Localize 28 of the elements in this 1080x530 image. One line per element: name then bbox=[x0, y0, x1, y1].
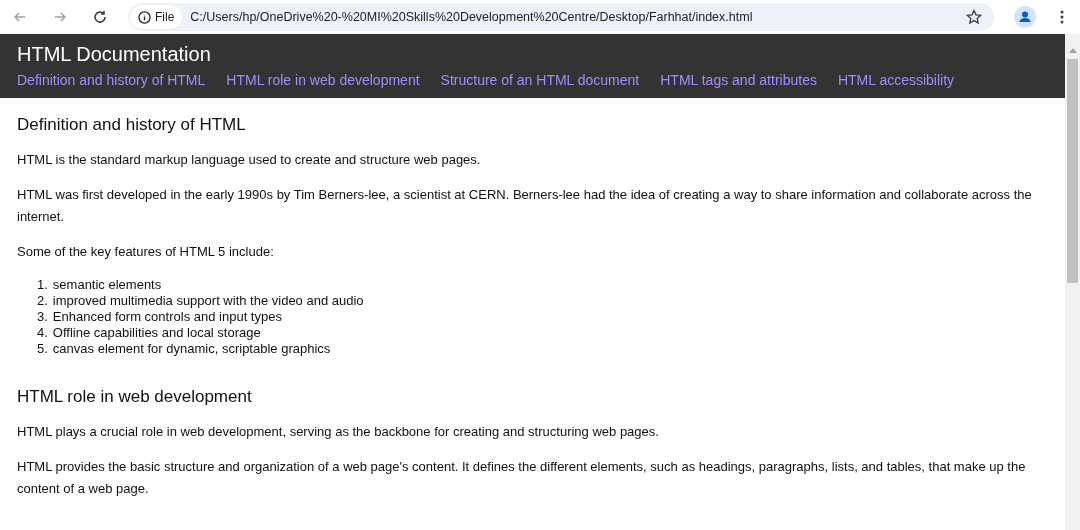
page-title: HTML Documentation bbox=[17, 42, 212, 66]
nav-link[interactable]: HTML role in web development bbox=[226, 71, 420, 89]
nav-link[interactable]: Definition and history of HTML bbox=[17, 71, 206, 89]
nav-link[interactable]: Structure of an HTML document bbox=[440, 71, 640, 89]
section-heading: Definition and history of HTML bbox=[17, 114, 247, 136]
nav-link[interactable]: HTML tags and attributes bbox=[660, 71, 817, 89]
reload-icon[interactable] bbox=[92, 9, 108, 25]
star-icon[interactable] bbox=[966, 9, 982, 25]
list-item: 2. improved multimedia support with the video and audio bbox=[37, 293, 365, 309]
menu-icon[interactable] bbox=[1060, 10, 1064, 24]
paragraph: HTML provides the basic structure and organization of a web page's content. It defines the different elements, such as headings, paragraphs, lists, and tables, that make up the content of a web page. bbox=[17, 458, 1027, 498]
address-bar[interactable]: File C:/Users/hp/OneDrive%20-%20MI%20Skills%20Development%20Centre/Desktop/Farhhat/index.html bbox=[128, 3, 994, 31]
profile-icon[interactable] bbox=[1014, 6, 1036, 28]
url-text: C:/Users/hp/OneDrive%20-%20MI%20Skills%20Development%20Centre/Desktop/Farhhat/index.html bbox=[190, 8, 753, 26]
section-heading: HTML role in web development bbox=[17, 386, 253, 408]
list-item: 4. Offline capabilities and local storage bbox=[37, 325, 262, 341]
paragraph: Some of the key features of HTML 5 include: bbox=[17, 243, 275, 261]
paragraph: HTML plays a crucial role in web development, serving as the backbone for creating and structuring web pages. bbox=[17, 423, 660, 441]
list-item: 1. semantic elements bbox=[37, 277, 163, 293]
list-item: 3. Enhanced form controls and input types bbox=[37, 309, 283, 325]
nav-link[interactable]: HTML accessibility bbox=[837, 71, 955, 89]
scrollbar-thumb[interactable] bbox=[1067, 59, 1078, 283]
list-item: 5. canvas element for dynamic, scriptable graphics bbox=[37, 341, 332, 357]
scrollbar[interactable] bbox=[1065, 34, 1080, 530]
paragraph: HTML is the standard markup language used to create and structure web pages. bbox=[17, 151, 482, 169]
file-label: File bbox=[155, 9, 175, 26]
info-icon[interactable] bbox=[138, 10, 151, 24]
paragraph: HTML was first developed in the early 1990s by Tim Berners-lee, a scientist at CERN. Berners-lee had the idea of creating a way to share information and collaborate across the internet. bbox=[17, 186, 1033, 226]
